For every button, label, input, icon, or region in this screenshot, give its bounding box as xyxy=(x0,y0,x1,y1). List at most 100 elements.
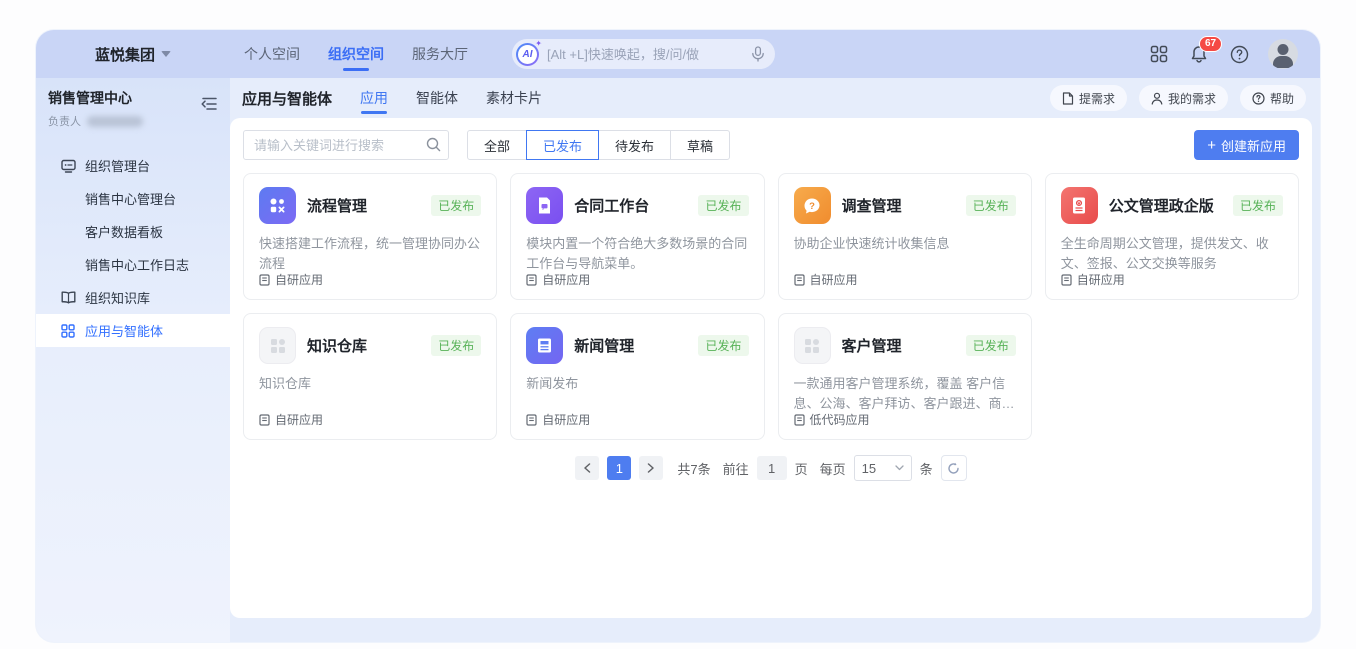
chevron-down-icon xyxy=(895,465,904,471)
app-card[interactable]: ? 调查管理 已发布 协助企业快速统计收集信息 自研应用 xyxy=(778,173,1032,300)
nav-personal-space[interactable]: 个人空间 xyxy=(244,31,300,77)
user-avatar[interactable] xyxy=(1268,39,1298,69)
app-card[interactable]: 合同工作台 已发布 模块内置一个符合绝大多数场景的合同工作台与导航菜单。 自研应… xyxy=(510,173,764,300)
doc-type-icon xyxy=(526,414,537,426)
app-title: 知识仓库 xyxy=(307,335,367,356)
status-badge: 已发布 xyxy=(431,195,481,216)
sidebar-item-knowledge-base[interactable]: 组织知识库 xyxy=(36,281,230,314)
per-page-label: 每页 xyxy=(820,459,846,478)
page-number-button[interactable]: 1 xyxy=(607,456,631,480)
status-badge: 已发布 xyxy=(431,335,481,356)
app-card[interactable]: 客户管理 已发布 一款通用客户管理系统，覆盖 客户信息、公海、客户拜访、客户跟进… xyxy=(778,313,1032,440)
tab-material-cards[interactable]: 素材卡片 xyxy=(486,78,542,118)
ai-search-bar[interactable]: AI ✦ xyxy=(512,39,775,69)
chevron-left-icon xyxy=(583,463,591,473)
microphone-icon[interactable] xyxy=(751,46,765,62)
gov-doc-app-icon xyxy=(1061,187,1098,224)
app-description: 快速搭建工作流程，统一管理协同办公流程 xyxy=(259,234,481,271)
tab-agents[interactable]: 智能体 xyxy=(416,78,458,118)
file-icon xyxy=(1062,92,1074,105)
submit-request-button[interactable]: 提需求 xyxy=(1050,85,1127,111)
tab-apps[interactable]: 应用 xyxy=(360,78,388,118)
toolbar: 全部 已发布 待发布 草稿 + 创建新应用 xyxy=(243,130,1299,160)
doc-type-icon xyxy=(794,274,805,286)
help-button[interactable]: 帮助 xyxy=(1240,85,1306,111)
user-icon xyxy=(1151,92,1163,105)
app-description: 全生命周期公文管理，提供发文、收文、签报、公文交换等服务 xyxy=(1061,234,1283,271)
sidebar-item-sales-console[interactable]: 销售中心管理台 xyxy=(36,182,230,215)
my-requests-button[interactable]: 我的需求 xyxy=(1139,85,1228,111)
app-body: 销售管理中心 负责人 组织管理台 xyxy=(36,78,1320,642)
sidebar-item-apps-agents[interactable]: 应用与智能体 xyxy=(36,314,230,347)
app-window: 蓝悦集团 个人空间 组织空间 服务大厅 AI ✦ xyxy=(36,30,1320,642)
status-filter: 全部 已发布 待发布 草稿 xyxy=(467,130,730,160)
sidebar-item-org-console[interactable]: 组织管理台 xyxy=(36,149,230,182)
main-area: 应用与智能体 应用 智能体 素材卡片 提需求 我的需求 xyxy=(230,78,1320,642)
goto-page-input[interactable] xyxy=(757,456,787,480)
app-type: 自研应用 xyxy=(259,271,481,288)
topbar-right: 67 xyxy=(1148,39,1320,69)
sidebar-item-label: 应用与智能体 xyxy=(85,321,163,340)
app-card[interactable]: 知识仓库 已发布 知识仓库 自研应用 xyxy=(243,313,497,440)
per-page-select[interactable]: 15 xyxy=(854,455,912,481)
app-card[interactable]: 流程管理 已发布 快速搭建工作流程，统一管理协同办公流程 自研应用 xyxy=(243,173,497,300)
company-switcher[interactable]: 蓝悦集团 xyxy=(36,44,230,65)
svg-text:?: ? xyxy=(809,201,815,212)
filter-published[interactable]: 已发布 xyxy=(526,130,599,160)
doc-type-icon xyxy=(259,414,270,426)
keyword-search xyxy=(243,130,449,160)
nav-org-space[interactable]: 组织空间 xyxy=(328,31,384,77)
unit-label: 条 xyxy=(920,459,933,478)
survey-app-icon: ? xyxy=(794,187,831,224)
page-unit-label: 页 xyxy=(795,459,808,478)
owner-label: 负责人 xyxy=(48,113,81,129)
ai-search-input[interactable] xyxy=(547,47,743,62)
owner-name-redacted xyxy=(87,116,143,127)
sidebar-item-label: 销售中心工作日志 xyxy=(85,255,189,274)
goto-label: 前往 xyxy=(723,459,749,478)
sidebar-item-label: 组织管理台 xyxy=(85,156,150,175)
next-page-button[interactable] xyxy=(639,456,663,480)
contract-app-icon xyxy=(526,187,563,224)
sidebar-item-work-log[interactable]: 销售中心工作日志 xyxy=(36,248,230,281)
prev-page-button[interactable] xyxy=(575,456,599,480)
create-app-button[interactable]: + 创建新应用 xyxy=(1194,130,1299,160)
app-title: 流程管理 xyxy=(307,195,367,216)
sidebar-item-customer-dashboard[interactable]: 客户数据看板 xyxy=(36,215,230,248)
news-app-icon xyxy=(526,327,563,364)
placeholder-app-icon xyxy=(794,327,831,364)
workspace-owner: 负责人 xyxy=(48,113,218,129)
app-description: 协助企业快速统计收集信息 xyxy=(794,234,1016,271)
apps-grid-icon[interactable] xyxy=(1148,43,1170,65)
console-icon xyxy=(60,159,76,173)
filter-draft[interactable]: 草稿 xyxy=(670,130,730,160)
help-icon[interactable] xyxy=(1228,43,1250,65)
doc-type-icon xyxy=(1061,274,1072,286)
notification-badge: 67 xyxy=(1199,36,1222,52)
bell-icon[interactable]: 67 xyxy=(1188,43,1210,65)
sidebar-item-label: 组织知识库 xyxy=(85,288,150,307)
app-title: 客户管理 xyxy=(842,335,902,356)
filter-pending[interactable]: 待发布 xyxy=(598,130,671,160)
keyword-search-input[interactable] xyxy=(243,130,449,160)
placeholder-app-icon xyxy=(259,327,296,364)
nav-service-hall[interactable]: 服务大厅 xyxy=(412,31,468,77)
sidebar-collapse-icon[interactable] xyxy=(201,96,218,111)
screen: 蓝悦集团 个人空间 组织空间 服务大厅 AI ✦ xyxy=(0,0,1356,649)
app-type: 自研应用 xyxy=(526,411,748,428)
status-badge: 已发布 xyxy=(698,195,748,216)
app-card[interactable]: 新闻管理 已发布 新闻发布 自研应用 xyxy=(510,313,764,440)
filter-all[interactable]: 全部 xyxy=(467,130,527,160)
refresh-button[interactable] xyxy=(941,455,967,481)
search-icon[interactable] xyxy=(426,137,441,152)
doc-type-icon xyxy=(259,274,270,286)
company-name: 蓝悦集团 xyxy=(95,44,155,65)
app-card[interactable]: 公文管理政企版 已发布 全生命周期公文管理，提供发文、收文、签报、公文交换等服务… xyxy=(1045,173,1299,300)
status-badge: 已发布 xyxy=(966,335,1016,356)
app-type: 自研应用 xyxy=(526,271,748,288)
sparkle-icon: ✦ xyxy=(535,39,542,48)
sidebar-item-label: 客户数据看板 xyxy=(85,222,163,241)
flow-app-icon xyxy=(259,187,296,224)
ai-icon: AI ✦ xyxy=(516,43,539,66)
pagination: 1 共7条 前往 页 每页 15 条 xyxy=(243,455,1299,481)
